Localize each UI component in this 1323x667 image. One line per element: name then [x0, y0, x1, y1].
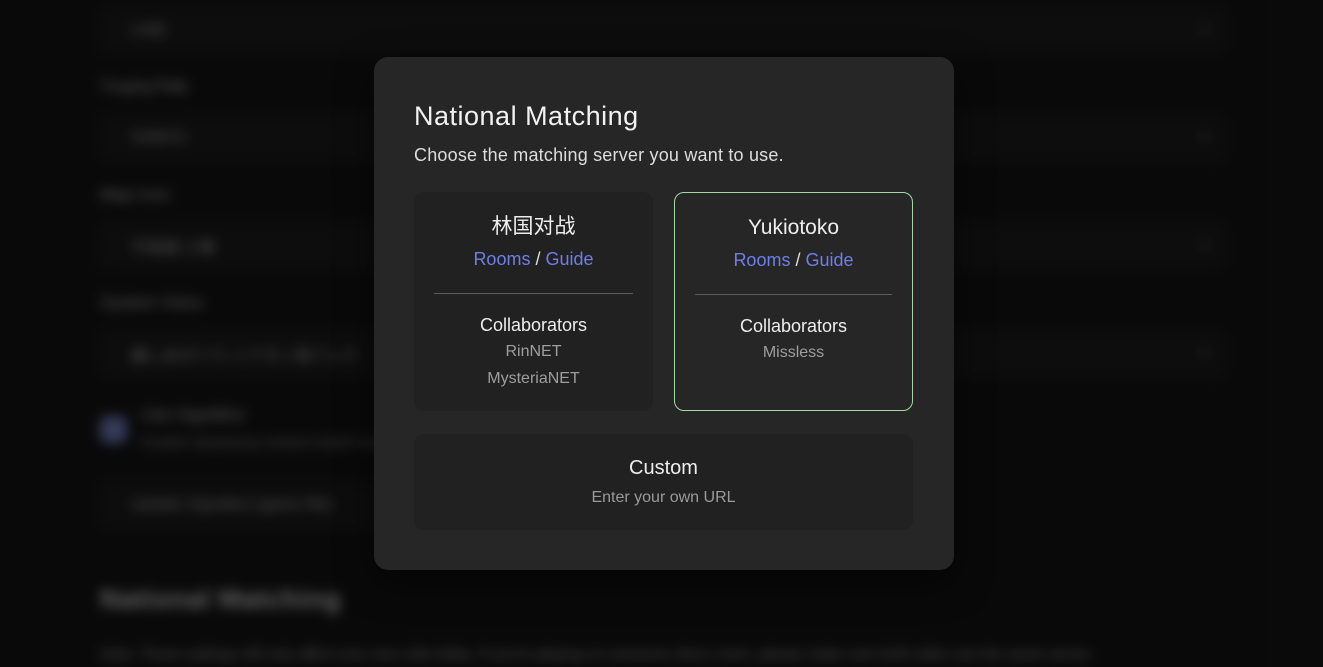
- link-separator: /: [795, 250, 800, 270]
- link-separator: /: [535, 249, 540, 269]
- national-matching-dialog: National Matching Choose the matching se…: [374, 57, 954, 570]
- collaborator-name: MysteriaNET: [487, 365, 579, 392]
- server-name: 林国对战: [492, 214, 576, 240]
- dialog-title: National Matching: [414, 101, 639, 132]
- collaborators-heading: Collaborators: [740, 314, 847, 339]
- card-divider: [434, 293, 632, 294]
- card-divider: [695, 294, 892, 295]
- collaborator-name: Missless: [763, 339, 824, 366]
- server-name: Yukiotoko: [748, 215, 839, 241]
- guide-link[interactable]: Guide: [806, 250, 854, 270]
- rooms-link[interactable]: Rooms: [733, 250, 790, 270]
- server-card-linguo[interactable]: 林国对战 Rooms / Guide Collaborators RinNET …: [414, 192, 653, 411]
- dialog-subtitle: Choose the matching server you want to u…: [414, 145, 784, 166]
- guide-link[interactable]: Guide: [546, 249, 594, 269]
- collaborators-heading: Collaborators: [480, 313, 587, 338]
- server-links: Rooms / Guide: [733, 247, 853, 273]
- collaborator-name: RinNET: [505, 338, 561, 365]
- rooms-link[interactable]: Rooms: [473, 249, 530, 269]
- server-links: Rooms / Guide: [473, 246, 593, 272]
- custom-card-title: Custom: [629, 457, 698, 480]
- custom-card-subtitle: Enter your own URL: [591, 489, 735, 507]
- server-card-yukiotoko-selected[interactable]: Yukiotoko Rooms / Guide Collaborators Mi…: [674, 192, 913, 411]
- server-card-custom[interactable]: Custom Enter your own URL: [414, 434, 913, 530]
